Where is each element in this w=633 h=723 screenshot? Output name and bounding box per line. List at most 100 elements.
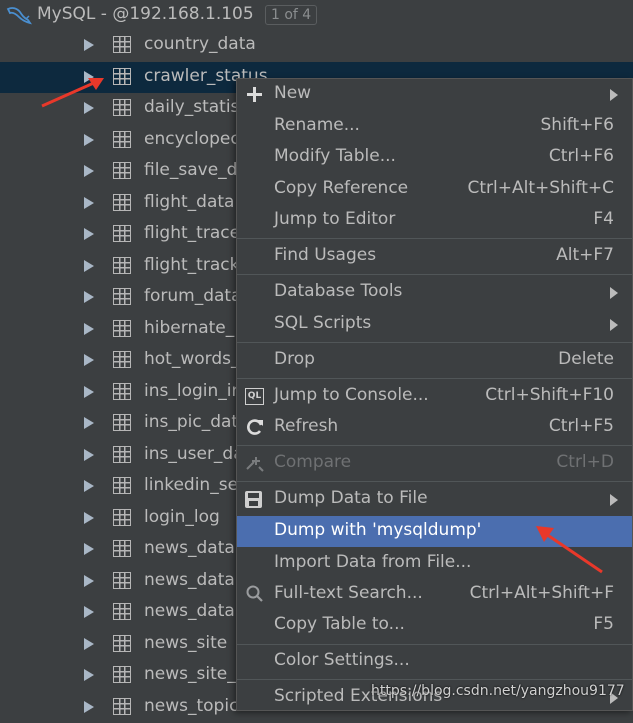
menu-separator (237, 342, 632, 343)
menu-item-sql-scripts[interactable]: SQL Scripts (237, 309, 632, 340)
expand-arrow-icon[interactable] (84, 197, 94, 209)
table-name: login_log (144, 507, 220, 527)
menu-separator (237, 238, 632, 239)
shortcut: Ctrl+Shift+F10 (485, 385, 614, 405)
menu-item-copy-reference[interactable]: Copy Reference Ctrl+Alt+Shift+C (237, 174, 632, 205)
table-icon (113, 414, 131, 431)
save-disk-icon (245, 491, 262, 508)
menu-item-dump-data-to-file[interactable]: Dump Data to File (237, 484, 632, 515)
table-icon (113, 383, 131, 400)
table-icon (113, 225, 131, 242)
table-icon (113, 446, 131, 463)
menu-item-jump-to-console[interactable]: QL Jump to Console... Ctrl+Shift+F10 (237, 381, 632, 412)
table-name: news_site_ (144, 664, 236, 684)
mysql-dolphin-icon (6, 5, 32, 25)
table-icon (113, 635, 131, 652)
menu-item-find-usages[interactable]: Find Usages Alt+F7 (237, 241, 632, 272)
table-name: flight_data (144, 192, 234, 212)
menu-item-compare: Compare Ctrl+D (237, 448, 632, 479)
expand-arrow-icon[interactable] (84, 323, 94, 335)
table-name: news_topic (144, 696, 238, 716)
expand-arrow-icon[interactable] (84, 260, 94, 272)
table-icon (113, 540, 131, 557)
table-icon (113, 131, 131, 148)
submenu-arrow-icon (610, 287, 618, 299)
plus-icon (245, 84, 265, 104)
table-icon (113, 68, 131, 85)
schema-count-badge[interactable]: 1 of 4 (265, 5, 317, 25)
table-icon (113, 320, 131, 337)
annotation-arrow-right (532, 520, 608, 578)
table-name: daily_statis (144, 97, 239, 117)
submenu-arrow-icon (610, 89, 618, 101)
table-name: ins_user_da (144, 444, 244, 464)
menu-item-refresh[interactable]: Refresh Ctrl+F5 (237, 412, 632, 443)
table-name: file_save_d (144, 160, 237, 180)
console-icon: QL (245, 388, 264, 405)
expand-arrow-icon[interactable] (84, 638, 94, 650)
table-name: news_data (144, 601, 235, 621)
expand-arrow-icon[interactable] (84, 291, 94, 303)
table-name: encyclopec (144, 129, 240, 149)
expand-arrow-icon[interactable] (84, 354, 94, 366)
table-name: flight_track (144, 255, 239, 275)
connection-title: MySQL - @192.168.1.105 (37, 4, 254, 24)
shortcut: Alt+F7 (556, 245, 614, 265)
watermark: https://blog.csdn.net/yangzhou9177 (371, 683, 625, 699)
table-row[interactable]: country_data (0, 30, 633, 62)
expand-arrow-icon[interactable] (84, 228, 94, 240)
menu-item-full-text-search[interactable]: Full-text Search... Ctrl+Alt+Shift+F (237, 579, 632, 610)
menu-item-color-settings[interactable]: Color Settings... (237, 646, 632, 677)
expand-arrow-icon[interactable] (84, 543, 94, 555)
expand-arrow-icon[interactable] (84, 575, 94, 587)
expand-arrow-icon[interactable] (84, 669, 94, 681)
table-name: news_data (144, 538, 235, 558)
shortcut: Delete (558, 349, 614, 369)
table-name: flight_trace (144, 223, 240, 243)
expand-arrow-icon[interactable] (84, 165, 94, 177)
menu-item-database-tools[interactable]: Database Tools (237, 277, 632, 308)
menu-item-modify-table[interactable]: Modify Table... Ctrl+F6 (237, 142, 632, 173)
expand-arrow-icon[interactable] (84, 39, 94, 51)
menu-separator (237, 679, 632, 680)
expand-arrow-icon[interactable] (84, 480, 94, 492)
menu-item-jump-to-editor[interactable]: Jump to Editor F4 (237, 205, 632, 236)
shortcut: Ctrl+Alt+Shift+F (470, 583, 614, 603)
shortcut: Ctrl+Alt+Shift+C (467, 178, 614, 198)
shortcut: Ctrl+D (556, 452, 614, 472)
expand-arrow-icon[interactable] (84, 134, 94, 146)
menu-separator (237, 644, 632, 645)
menu-separator (237, 445, 632, 446)
table-icon (113, 351, 131, 368)
shortcut: Ctrl+F6 (549, 146, 614, 166)
menu-separator (237, 378, 632, 379)
table-icon (113, 603, 131, 620)
menu-item-new[interactable]: New (237, 79, 632, 110)
compare-icon (245, 453, 265, 473)
submenu-arrow-icon (610, 494, 618, 506)
expand-arrow-icon[interactable] (84, 512, 94, 524)
expand-arrow-icon[interactable] (84, 417, 94, 429)
expand-arrow-icon[interactable] (84, 386, 94, 398)
expand-arrow-icon[interactable] (84, 606, 94, 618)
table-icon (113, 99, 131, 116)
menu-item-drop[interactable]: Drop Delete (237, 345, 632, 376)
table-icon (113, 162, 131, 179)
table-name: hot_words_ (144, 349, 239, 369)
table-name: ins_login_ir (144, 381, 238, 401)
menu-separator (237, 481, 632, 482)
menu-item-rename[interactable]: Rename... Shift+F6 (237, 111, 632, 142)
table-name: ins_pic_dat (144, 412, 238, 432)
shortcut: F5 (593, 614, 614, 634)
table-name: forum_data (144, 286, 242, 306)
table-icon (113, 288, 131, 305)
table-name: hibernate_ (144, 318, 234, 338)
table-icon (113, 194, 131, 211)
table-icon (113, 477, 131, 494)
table-name: country_data (144, 34, 256, 54)
expand-arrow-icon[interactable] (84, 449, 94, 461)
table-icon (113, 698, 131, 715)
menu-item-copy-table-to[interactable]: Copy Table to... F5 (237, 610, 632, 641)
context-menu: New Rename... Shift+F6 Modify Table... C… (236, 78, 633, 711)
table-name: news_site (144, 633, 227, 653)
